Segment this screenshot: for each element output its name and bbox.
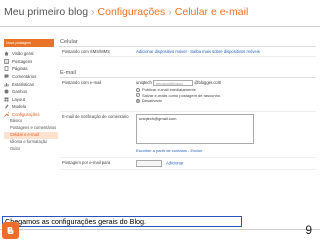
sidebar-subitem-other[interactable]: Outro <box>4 146 58 153</box>
breadcrumb-settings[interactable]: Configurações <box>98 6 166 18</box>
post-by-email-label: Postagem por e-mail para <box>62 160 111 165</box>
breadcrumb-blog-title[interactable]: Meu primeiro blog <box>4 6 88 18</box>
sidebar-subitem-mobile-email[interactable]: Celular e e-mail <box>4 131 58 139</box>
sidebar-subitem-language[interactable]: Idioma e formatação <box>4 139 58 146</box>
sidebar-item-layout[interactable]: Layout <box>4 96 58 104</box>
sidebar-item-label: Modelo <box>12 104 27 110</box>
blogger-logo-icon <box>2 222 19 239</box>
email-user: uniqtech <box>136 80 152 86</box>
wrench-icon <box>4 112 10 117</box>
email-posting-label: Postando com e-mail <box>62 80 102 85</box>
breadcrumb: Meu primeiro blog › Configurações › Celular … <box>4 6 248 26</box>
earnings-icon <box>4 89 9 94</box>
sidebar-item-posts[interactable]: Postagens <box>4 58 58 66</box>
radio-dot-selected[interactable] <box>136 98 140 103</box>
email-domain: @blogger.com <box>194 80 222 86</box>
pages-icon <box>4 66 9 72</box>
footer-divider <box>0 229 320 230</box>
stats-icon <box>4 82 9 87</box>
settings-panel: Celular Postando com SMS/MMS Adicionar d… <box>60 38 316 170</box>
sidebar-item-template[interactable]: Modelo <box>4 103 58 111</box>
post-by-email-select[interactable] <box>136 160 162 167</box>
post-by-email-row: Postagem por e-mail para Adicionar <box>60 158 316 170</box>
sidebar-item-label: Layout <box>12 96 25 102</box>
mobile-row-label: Postando com SMS/MMS <box>62 49 110 54</box>
add-mobile-device-link[interactable]: Adicionar dispositivo móvel - Saiba mais… <box>136 49 260 54</box>
comments-icon <box>4 74 9 79</box>
sidebar-item-earnings[interactable]: Ganhos <box>4 88 58 96</box>
radio-disabled[interactable]: Desativado <box>136 98 316 104</box>
sidebar-item-label: Páginas <box>12 66 28 72</box>
radio-dot[interactable] <box>136 93 140 98</box>
page-number: 9 <box>305 223 312 237</box>
posts-icon <box>4 59 9 64</box>
sidebar-item-label: Configurações <box>12 112 40 118</box>
breadcrumb-separator: › <box>91 6 95 18</box>
add-email-link[interactable]: Adicionar <box>166 160 183 165</box>
mobile-row: Postando com SMS/MMS Adicionar dispositi… <box>60 47 316 57</box>
email-posting-row: Postando com e-mail uniqtech seuacodific… <box>60 78 316 112</box>
sidebar: Nova postagem Visão geral Postagens Pági… <box>4 39 58 152</box>
section-title-mobile: Celular <box>60 38 316 47</box>
radio-dot[interactable] <box>136 87 140 92</box>
sidebar-item-label: Postagens <box>12 58 33 64</box>
home-icon <box>4 51 9 56</box>
comment-notification-label: E-mail de notificação de comentário <box>62 114 129 119</box>
sidebar-item-label: Estatísticas <box>12 81 34 87</box>
header-divider <box>0 26 320 27</box>
breadcrumb-page: Celular e e-mail <box>174 6 249 18</box>
comment-notification-textarea[interactable]: uniqtech@gmail.com <box>136 114 254 144</box>
sidebar-item-label: Ganhos <box>12 89 28 95</box>
choose-contacts-link[interactable]: Escolher a partir de contatos - Excluir <box>136 148 202 153</box>
sidebar-subitem-basic[interactable]: Básico <box>4 118 58 125</box>
radio-label: Publicar e-mail imediatamente <box>142 87 196 93</box>
sidebar-item-settings[interactable]: Configurações <box>4 111 58 119</box>
layout-icon <box>4 97 9 102</box>
template-icon <box>4 104 9 109</box>
new-post-button[interactable]: Nova postagem <box>4 39 54 47</box>
section-title-email: E-mail <box>60 69 316 78</box>
sidebar-item-overview[interactable]: Visão geral <box>4 50 58 58</box>
radio-label: Desativado <box>142 98 163 104</box>
sidebar-item-stats[interactable]: Estatísticas <box>4 80 58 88</box>
sidebar-item-label: Visão geral <box>12 51 34 57</box>
caption: Chegamos as configurações gerais do Blog… <box>2 216 242 227</box>
sidebar-item-comments[interactable]: Comentários <box>4 73 58 81</box>
breadcrumb-separator: › <box>168 6 172 18</box>
radio-label: Salvar e-mails como postagem de rascunho <box>142 92 221 98</box>
sidebar-subitem-posts-comments[interactable]: Postagens e comentários <box>4 125 58 132</box>
comment-notification-row: E-mail de notificação de comentário uniq… <box>60 112 316 158</box>
sidebar-item-label: Comentários <box>12 74 37 80</box>
email-secret-field[interactable]: seuacodificado <box>153 80 194 86</box>
sidebar-item-pages[interactable]: Páginas <box>4 65 58 73</box>
